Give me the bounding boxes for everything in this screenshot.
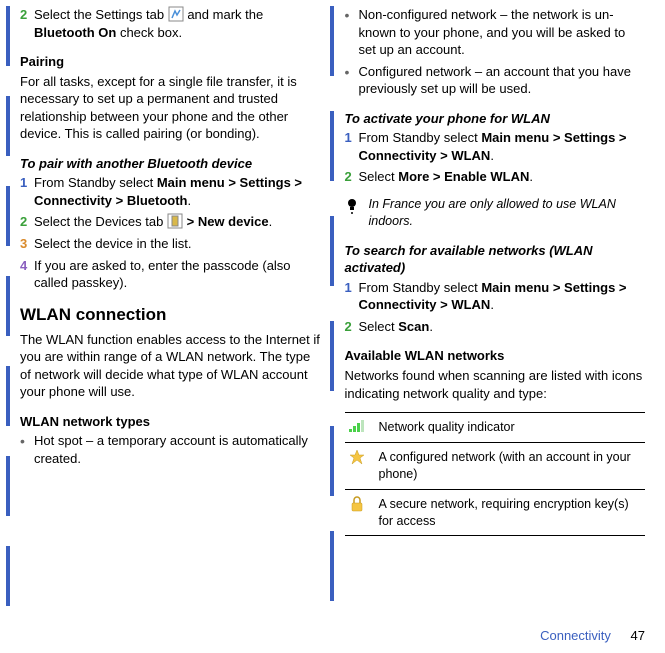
text: Select [359,319,399,334]
step-number: 2 [20,213,27,231]
network-icon-table: Network quality indicator A configured n… [345,412,646,536]
activate-step-1: 1 From Standby select Main menu > Settin… [345,129,646,164]
text: From Standby select [359,280,482,295]
lightbulb-icon [345,198,359,219]
text: Non-configured network [359,7,501,22]
configured-bullet: Configured network – an account that you… [345,63,646,98]
step-number: 1 [20,174,27,192]
search-step-2: 2 Select Scan. [345,318,646,336]
text: Select the Settings tab [34,7,168,22]
step-number: 2 [20,6,27,24]
france-tip: In France you are only allowed to use WL… [345,196,646,230]
text: . [429,319,433,334]
wlan-body: The WLAN function enables access to the … [20,331,321,401]
pair-instruction-heading: To pair with another Bluetooth device [20,155,321,173]
text: Select the device in the list. [34,236,192,251]
text: check box. [120,25,182,40]
star-icon [347,449,367,465]
settings-tab-icon [168,6,184,22]
pair-step-2: 2 Select the Devices tab > New device. [20,213,321,231]
section-label: Connectivity [540,628,611,643]
bluetooth-on-label: Bluetooth On [34,25,116,40]
nonconfigured-bullet: Non-configured network – the network is … [345,6,646,59]
step-number: 1 [345,279,352,297]
activate-heading: To activate your phone for WLAN [345,110,646,128]
search-heading: To search for available networks (WLAN a… [345,242,646,277]
activate-step-2: 2 Select More > Enable WLAN. [345,168,646,186]
search-step-1: 1 From Standby select Main menu > Settin… [345,279,646,314]
row-text: A configured network (with an account in… [379,449,644,483]
column-left: 2 Select the Settings tab and mark the B… [20,6,321,536]
text: If you are asked to, enter the passcode … [34,258,291,291]
wlan-heading: WLAN connection [20,304,321,327]
tip-text: In France you are only allowed to use WL… [369,196,646,230]
step-number: 4 [20,257,27,275]
pairing-body: For all tasks, except for a single file … [20,73,321,143]
page-number: 47 [631,628,645,643]
text: From Standby select [359,130,482,145]
text: . [187,193,191,208]
text: > [187,214,198,229]
devices-tab-icon [167,213,183,229]
row-text: Network quality indicator [379,419,644,436]
text: Select the Devices tab [34,214,167,229]
decoration-bar-left [6,6,10,613]
text: Configured network [359,64,475,79]
text: Select [359,169,399,184]
decoration-bar-mid [330,6,334,613]
table-row: Network quality indicator [345,413,646,442]
hotspot-bullet: Hot spot – a temporary account is automa… [20,432,321,467]
pair-step-1: 1 From Standby select Main menu > Settin… [20,174,321,209]
available-body: Networks found when scanning are listed … [345,367,646,402]
new-device-label: New device [198,214,269,229]
text: and mark the [187,7,263,22]
column-right: Non-configured network – the network is … [345,6,646,536]
pair-step-3: 3 Select the device in the list. [20,235,321,253]
settings-step-2: 2 Select the Settings tab and mark the B… [20,6,321,41]
table-row: A secure network, requiring encryption k… [345,489,646,536]
text: Hot spot [34,433,86,448]
step-number: 2 [345,168,352,186]
available-heading: Available WLAN networks [345,347,646,365]
scan-label: Scan [398,319,429,334]
enable-wlan-label: More > Enable WLAN [398,169,529,184]
page-footer: Connectivity 47 [540,627,645,645]
wlan-types-heading: WLAN network types [20,413,321,431]
table-row: A configured network (with an account in… [345,442,646,489]
text: . [529,169,533,184]
pair-step-4: 4 If you are asked to, enter the passcod… [20,257,321,292]
dash: – [475,64,486,79]
step-number: 1 [345,129,352,147]
dash: – [86,433,97,448]
text: . [490,148,494,163]
step-number: 2 [345,318,352,336]
dash: – [500,7,511,22]
text: From Standby select [34,175,157,190]
pairing-heading: Pairing [20,53,321,71]
signal-bars-icon [347,419,367,433]
step-number: 3 [20,235,27,253]
text: . [269,214,273,229]
row-text: A secure network, requiring encryption k… [379,496,644,530]
lock-icon [347,496,367,512]
text: . [490,297,494,312]
